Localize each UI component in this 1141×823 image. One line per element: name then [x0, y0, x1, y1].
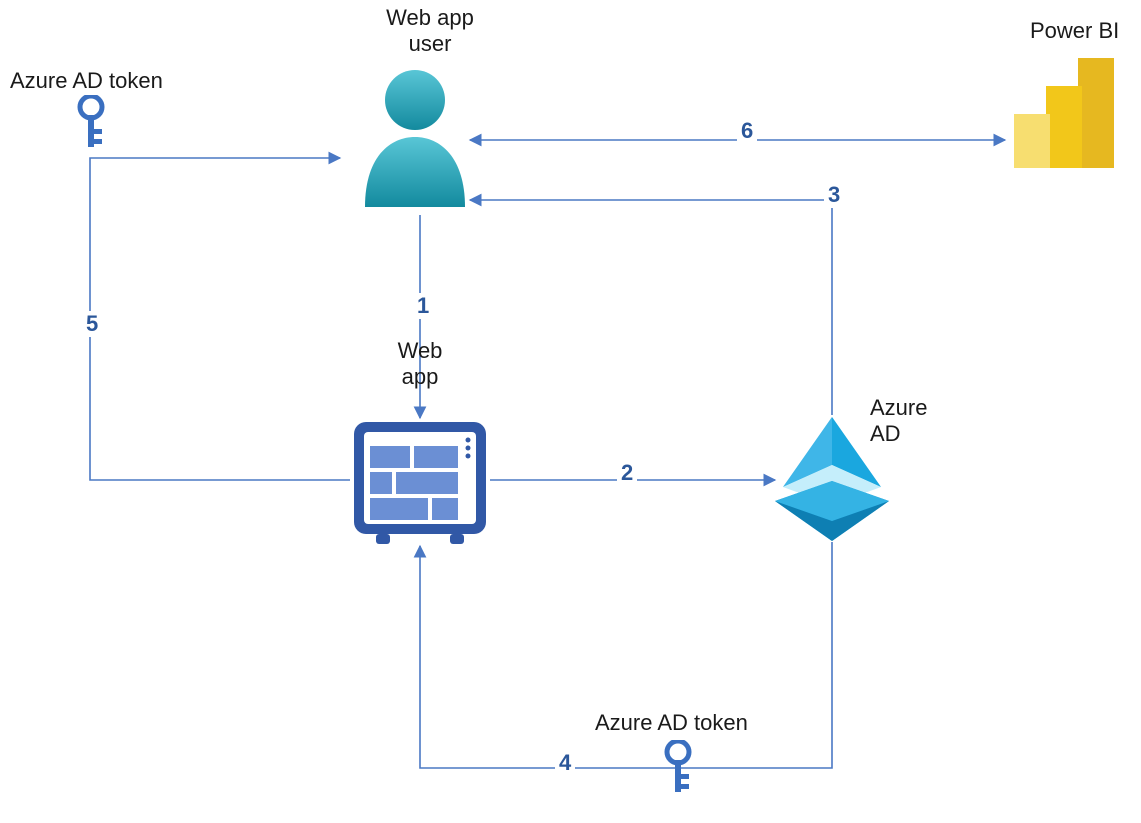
token-bottom-label: Azure AD token: [595, 710, 775, 736]
webapp-label: Web app: [380, 338, 460, 391]
user-icon: [355, 62, 475, 217]
user-label: Web app user: [370, 5, 490, 58]
step-5: 5: [82, 311, 102, 337]
step-3: 3: [824, 182, 844, 208]
step-6: 6: [737, 118, 757, 144]
powerbi-label: Power BI: [1030, 18, 1140, 44]
key-icon: [660, 740, 696, 805]
powerbi-icon: [1010, 58, 1120, 178]
connectors: [0, 0, 1141, 823]
step-4: 4: [555, 750, 575, 776]
webapp-icon: [350, 418, 490, 551]
diagram-canvas: Web app user Power BI Azure AD token Web…: [0, 0, 1141, 823]
key-icon: [73, 95, 109, 160]
step-2: 2: [617, 460, 637, 486]
azuread-icon: [775, 415, 890, 548]
token-left-label: Azure AD token: [10, 68, 190, 94]
step-1: 1: [413, 293, 433, 319]
